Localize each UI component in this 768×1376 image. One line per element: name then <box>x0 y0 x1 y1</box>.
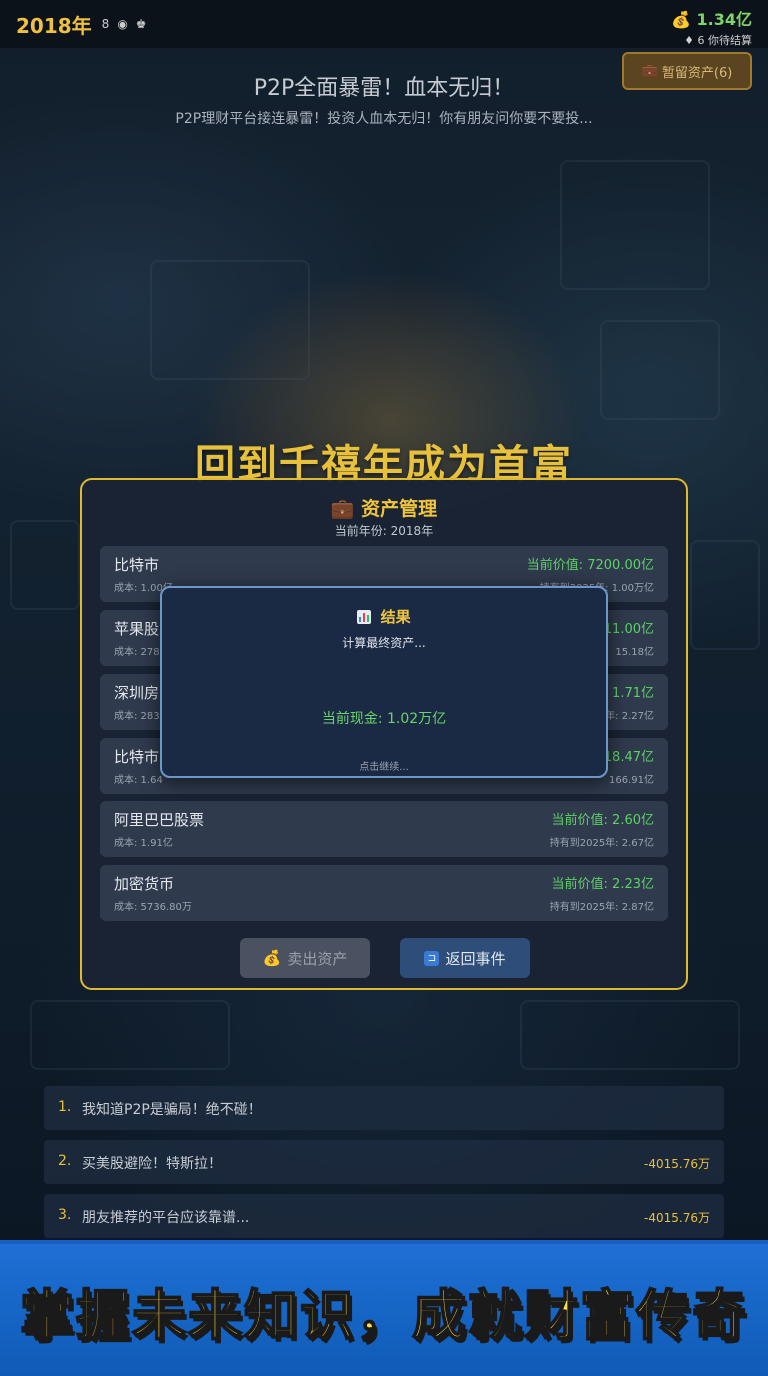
bar-chart-icon <box>357 610 372 624</box>
asset-hold-value: 持有到2025年: 2.67亿 <box>549 838 654 849</box>
result-subtitle: 计算最终资产... <box>342 636 426 650</box>
continue-hint: 点击继续... <box>359 762 409 773</box>
option-text: 朋友推荐的平台应该靠谱... <box>82 1210 250 1226</box>
asset-value: 当前价值: 2.23亿 <box>551 877 654 892</box>
option-delta: -4015.76万 <box>644 1211 710 1225</box>
option-number: 2. <box>58 1153 72 1169</box>
status-icon-1: 8 <box>101 17 110 31</box>
event-description: P2P理财平台接连暴雷！投资人血本无归！你有朋友问你要不要投... <box>175 111 593 127</box>
option-text: 我知道P2P是骗局！绝不碰！ <box>82 1102 262 1118</box>
asset-name: 深圳房 <box>114 684 160 702</box>
asset-row[interactable]: 加密货币 成本: 5736.80万 当前价值: 2.23亿 持有到2025年: … <box>100 865 668 921</box>
panel-title: 💼 资产管理 <box>82 494 686 521</box>
asset-cost: 成本: 283 <box>114 711 160 722</box>
back-to-event-label: 返回事件 <box>445 949 506 968</box>
sell-asset-button[interactable]: 💰 卖出资产 <box>240 938 370 978</box>
pending-label: 你待结算 <box>708 34 752 47</box>
asset-hold-value: 年: 2.27亿 <box>605 711 654 722</box>
status-icon-2: ◉ <box>117 17 128 31</box>
option-delta: -4015.76万 <box>644 1157 710 1171</box>
option-number: 3. <box>58 1207 72 1223</box>
event-option[interactable]: 2. 买美股避险！特斯拉！ -4015.76万 <box>44 1140 724 1184</box>
event-title: P2P全面暴雷！血本无归！ <box>253 76 515 101</box>
asset-cost: 成本: 278 <box>114 647 160 658</box>
money-bag-icon: 💰 <box>262 949 282 967</box>
briefcase-icon: 💼 <box>330 498 355 520</box>
promo-banner: 掌握未来知识，成就财富传奇 <box>0 1240 768 1376</box>
back-to-event-button[interactable]: ⊐ 返回事件 <box>400 938 530 978</box>
result-modal[interactable]: 结果 计算最终资产... 当前现金: 1.02万亿 点击继续... <box>160 586 608 778</box>
option-text: 买美股避险！特斯拉！ <box>82 1156 222 1172</box>
asset-cost: 成本: 5736.80万 <box>114 902 192 913</box>
asset-hold-value: 15.18亿 <box>615 647 654 658</box>
current-year: 2018年 <box>16 13 92 38</box>
top-bar: 2018年 8 ◉ ♚ <box>0 0 768 48</box>
asset-value: 11.00亿 <box>603 622 654 637</box>
asset-name: 比特市 <box>114 748 160 766</box>
promo-banner-text: 掌握未来知识，成就财富传奇 <box>19 1283 748 1348</box>
asset-value: 当前价值: 2.60亿 <box>551 813 654 828</box>
asset-value: 18.47亿 <box>603 750 654 765</box>
panel-title-text: 资产管理 <box>361 498 438 520</box>
option-number: 1. <box>58 1099 72 1115</box>
pending-count: 6 <box>697 34 705 47</box>
money-bag-icon: 💰 <box>671 10 691 29</box>
asset-cost: 成本: 1.91亿 <box>114 838 173 849</box>
money-amount: 1.34亿 <box>696 10 752 29</box>
result-title-text: 结果 <box>380 608 411 626</box>
pending-icon: ♦ <box>684 34 694 47</box>
asset-name: 苹果股 <box>114 620 160 638</box>
current-cash: 当前现金: 1.02万亿 <box>321 711 447 727</box>
current-year-label: 当前年份: 2018年 <box>334 524 434 538</box>
asset-value: 当前价值: 7200.00亿 <box>526 558 654 573</box>
asset-name: 比特市 <box>114 556 160 574</box>
status-icon-3: ♚ <box>135 17 147 31</box>
back-icon: ⊐ <box>424 950 440 966</box>
event-option[interactable]: 3. 朋友推荐的平台应该靠谱... -4015.76万 <box>44 1194 724 1238</box>
result-title: 结果 <box>162 606 606 627</box>
wealth-display: 💰 1.34亿 ♦ 6 你待结算 <box>671 6 752 48</box>
asset-hold-value: 166.91亿 <box>609 775 654 786</box>
status-icons: 8 ◉ ♚ <box>102 17 147 31</box>
asset-name: 加密货币 <box>114 875 175 893</box>
event-option[interactable]: 1. 我知道P2P是骗局！绝不碰！ <box>44 1086 724 1130</box>
sell-asset-label: 卖出资产 <box>287 949 348 968</box>
asset-name: 阿里巴巴股票 <box>114 811 205 829</box>
asset-cost: 成本: 1.64 <box>114 775 163 786</box>
asset-row[interactable]: 阿里巴巴股票 成本: 1.91亿 当前价值: 2.60亿 持有到2025年: 2… <box>100 801 668 857</box>
asset-hold-value: 持有到2025年: 2.87亿 <box>549 902 654 913</box>
